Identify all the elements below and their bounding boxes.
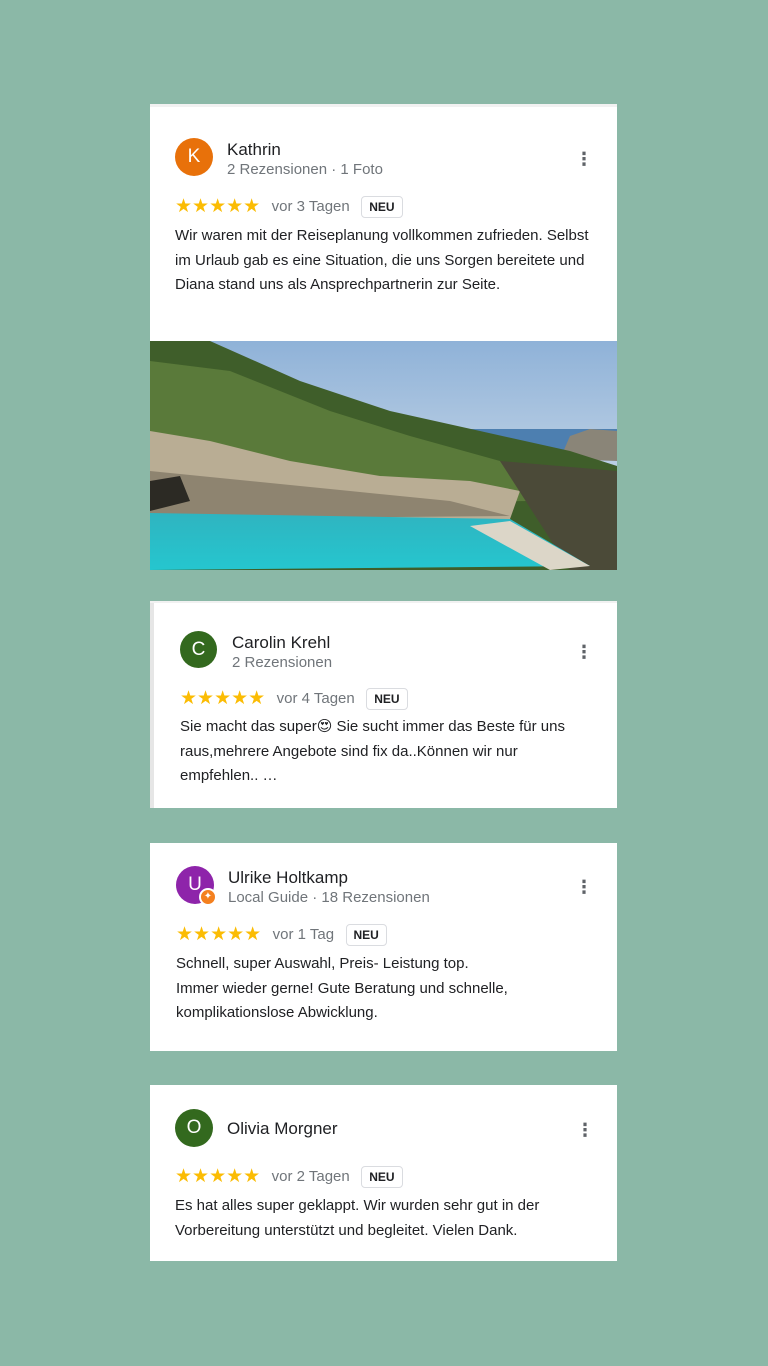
rating-row: ★★★★★ vor 2 Tagen NEU bbox=[175, 1165, 403, 1191]
review-card-carolin-krehl: C Carolin Krehl 2 Rezensionen ⋮ ★★★★★ vo… bbox=[150, 601, 617, 808]
beach-cove-photo bbox=[150, 341, 617, 570]
reviewer-meta: Local Guide · 18 Rezensionen bbox=[228, 889, 430, 906]
rating-row: ★★★★★ vor 3 Tagen NEU bbox=[175, 195, 403, 221]
review-date: vor 2 Tagen bbox=[271, 1168, 350, 1185]
review-date: vor 3 Tagen bbox=[271, 198, 350, 215]
star-rating: ★★★★★ bbox=[175, 196, 261, 217]
review-card-ulrike-holtkamp: U ✦ Ulrike Holtkamp Local Guide · 18 Rez… bbox=[150, 843, 617, 1051]
review-text: Es hat alles super geklappt. Wir wurden … bbox=[175, 1197, 540, 1239]
reviewer-meta: 2 Rezensionen bbox=[232, 654, 333, 671]
more-vert-icon[interactable]: ⋮ bbox=[575, 877, 593, 897]
review-date: vor 4 Tagen bbox=[276, 690, 355, 707]
avatar[interactable]: U ✦ bbox=[176, 866, 217, 906]
card-left-border bbox=[150, 603, 154, 808]
reviewer-name[interactable]: Carolin Krehl bbox=[232, 633, 330, 653]
star-rating: ★★★★★ bbox=[175, 1166, 261, 1187]
avatar[interactable]: K bbox=[175, 138, 213, 176]
more-vert-icon[interactable]: ⋮ bbox=[575, 149, 593, 169]
star-rating: ★★★★★ bbox=[176, 924, 262, 945]
rating-row: ★★★★★ vor 1 Tag NEU bbox=[176, 923, 387, 949]
star-rating: ★★★★★ bbox=[180, 688, 266, 709]
local-guide-badge-icon: ✦ bbox=[199, 888, 217, 906]
new-badge: NEU bbox=[361, 195, 403, 218]
new-badge: NEU bbox=[366, 687, 408, 710]
review-text: Wir waren mit der Reiseplanung vollkomme… bbox=[175, 227, 589, 293]
reviewer-meta: 2 Rezensionen · 1 Foto bbox=[227, 161, 383, 178]
new-badge: NEU bbox=[361, 1165, 403, 1188]
review-text-part1: Sie macht das super bbox=[180, 718, 317, 735]
review-text: Schnell, super Auswahl, Preis- Leistung … bbox=[176, 952, 596, 1026]
reviewer-name[interactable]: Kathrin bbox=[227, 140, 281, 160]
avatar[interactable]: C bbox=[180, 631, 217, 668]
more-vert-icon[interactable]: ⋮ bbox=[576, 1120, 594, 1140]
smiling-heart-eyes-emoji-icon: 😍 bbox=[316, 718, 333, 735]
review-card-kathrin: K Kathrin 2 Rezensionen · 1 Foto ⋮ ★★★★★… bbox=[150, 104, 617, 570]
review-text-line1: Schnell, super Auswahl, Preis- Leistung … bbox=[176, 955, 469, 972]
review-card-olivia-morgner: O Olivia Morgner ⋮ ★★★★★ vor 2 Tagen NEU… bbox=[150, 1085, 617, 1261]
review-photo[interactable] bbox=[150, 341, 617, 570]
review-text-line2: Immer wieder gerne! Gute Beratung und sc… bbox=[176, 979, 508, 1022]
review-date: vor 1 Tag bbox=[272, 926, 335, 943]
review-text: Sie macht das super😍 Sie sucht immer das… bbox=[180, 715, 590, 789]
rating-row: ★★★★★ vor 4 Tagen NEU bbox=[180, 687, 408, 713]
new-badge: NEU bbox=[345, 923, 387, 946]
reviewer-name[interactable]: Ulrike Holtkamp bbox=[228, 868, 348, 888]
avatar[interactable]: O bbox=[175, 1109, 213, 1147]
more-vert-icon[interactable]: ⋮ bbox=[575, 642, 593, 662]
reviewer-name[interactable]: Olivia Morgner bbox=[227, 1119, 338, 1139]
